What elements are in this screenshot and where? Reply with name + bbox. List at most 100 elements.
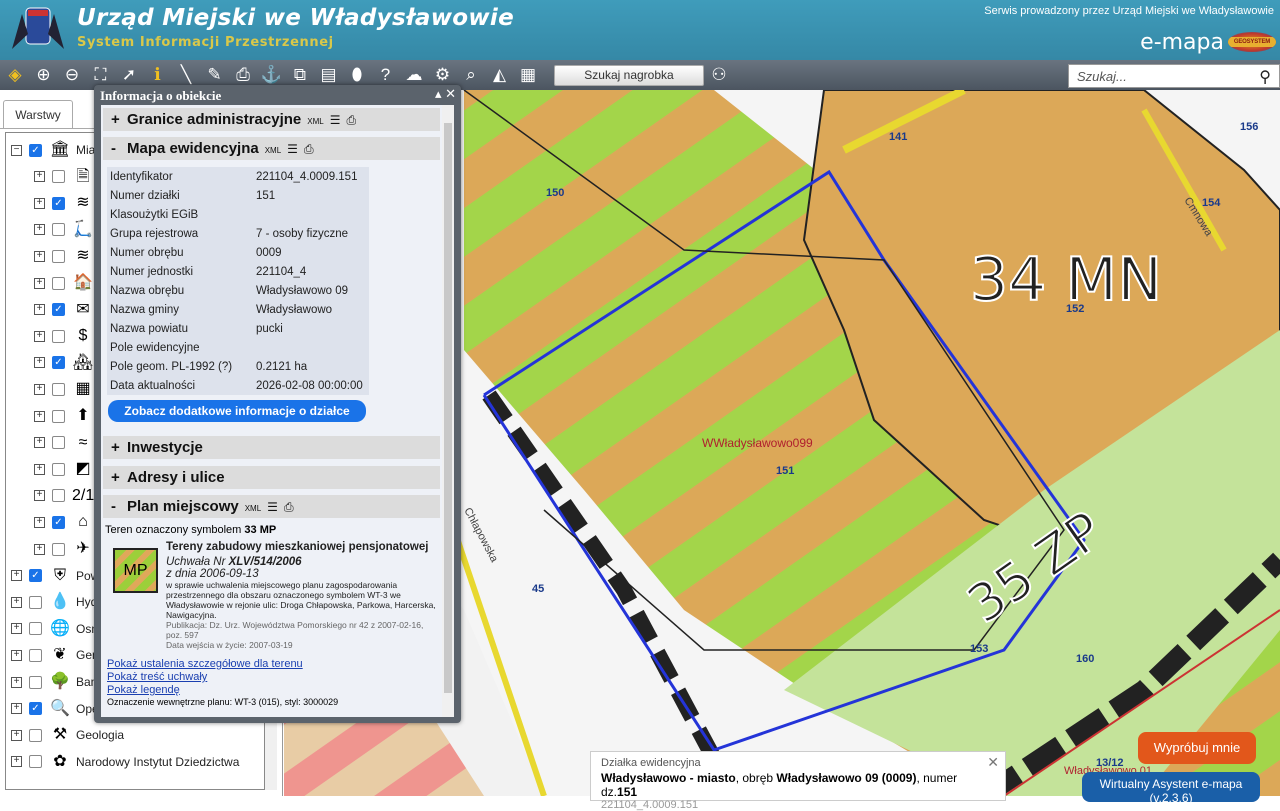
person-search-icon[interactable]: ⚇ bbox=[708, 64, 730, 86]
expand-icon[interactable]: + bbox=[11, 570, 22, 582]
link-resolution-text[interactable]: Pokaż treść uchwały bbox=[107, 671, 207, 683]
print-icon[interactable]: ⎙ bbox=[232, 64, 254, 86]
section-plan[interactable]: - Plan miejscowy XML ☰ ⎙ bbox=[103, 495, 440, 518]
expand-icon[interactable]: + bbox=[11, 703, 22, 715]
settings-icon[interactable]: ⚙ bbox=[432, 64, 454, 86]
layer-checkbox[interactable]: ✓ bbox=[29, 702, 42, 716]
layer-checkbox[interactable] bbox=[52, 276, 65, 290]
triangle-icon[interactable]: ◭ bbox=[489, 64, 511, 86]
collapse-icon[interactable]: − bbox=[11, 144, 22, 156]
layer-checkbox[interactable] bbox=[52, 436, 65, 450]
layer-checkbox[interactable] bbox=[29, 675, 42, 689]
layer-checkbox[interactable] bbox=[52, 382, 65, 396]
expand-icon[interactable]: + bbox=[11, 623, 22, 635]
expand-icon[interactable]: + bbox=[34, 277, 45, 289]
expand-icon[interactable]: + bbox=[34, 171, 45, 183]
layer-checkbox[interactable]: ✓ bbox=[52, 515, 65, 529]
search-map-icon[interactable]: ⌕ bbox=[460, 64, 482, 86]
expand-icon[interactable]: + bbox=[34, 410, 45, 422]
layer-item[interactable]: + ⚒ Geologia bbox=[11, 722, 124, 748]
expand-icon[interactable]: + bbox=[11, 729, 22, 741]
expand-icon[interactable]: + bbox=[34, 437, 45, 449]
layer-item[interactable]: + 🌳 Ban bbox=[11, 669, 97, 695]
select-icon[interactable]: ➚ bbox=[118, 64, 140, 86]
expand-icon[interactable]: + bbox=[34, 197, 45, 209]
list-icon[interactable]: ☰ bbox=[330, 113, 341, 127]
layer-checkbox[interactable]: ✓ bbox=[29, 569, 42, 583]
layer-checkbox[interactable]: ✓ bbox=[29, 143, 42, 157]
close-icon[interactable]: ✕ bbox=[987, 754, 999, 771]
section-ewid[interactable]: - Mapa ewidencyjna XML ☰ ⎙ bbox=[103, 137, 440, 160]
color-grid-icon[interactable]: ▦ bbox=[517, 64, 539, 86]
layer-item[interactable]: + ≋ bbox=[34, 243, 99, 269]
layer-item[interactable]: + ≈ bbox=[34, 430, 99, 456]
layer-item[interactable]: + ▦ bbox=[34, 376, 99, 402]
layer-item[interactable]: − ✓ 🏛 Mias bbox=[11, 137, 101, 163]
layer-item[interactable]: + ✓ 🏘 bbox=[34, 350, 99, 376]
print-icon[interactable]: ⎙ bbox=[346, 113, 356, 127]
search-input[interactable]: Szukaj... ⚲ bbox=[1068, 64, 1280, 88]
locate-icon[interactable]: ⚓ bbox=[261, 64, 283, 86]
xml-icon[interactable]: XML bbox=[265, 146, 281, 155]
virtual-assistant-button[interactable]: Wirtualny Asystent e-mapa (v.2.3.6) bbox=[1082, 772, 1260, 805]
cloud-icon[interactable]: ☁ bbox=[403, 64, 425, 86]
layer-checkbox[interactable] bbox=[29, 728, 42, 742]
layer-checkbox[interactable] bbox=[29, 622, 42, 636]
layer-checkbox[interactable] bbox=[52, 223, 65, 237]
xml-icon[interactable]: XML bbox=[307, 117, 323, 126]
expand-icon[interactable]: + bbox=[11, 596, 22, 608]
layout-icon[interactable]: ▤ bbox=[318, 64, 340, 86]
expand-icon[interactable]: + bbox=[34, 463, 45, 475]
xml-icon[interactable]: XML bbox=[245, 504, 261, 513]
layer-checkbox[interactable]: ✓ bbox=[52, 196, 65, 210]
collapse-icon[interactable]: ▴ bbox=[435, 86, 442, 101]
layer-checkbox[interactable] bbox=[52, 462, 65, 476]
expand-icon[interactable]: + bbox=[34, 357, 45, 369]
layer-item[interactable]: + ✓ ≋ bbox=[34, 190, 99, 216]
layer-item[interactable]: + ✈ bbox=[34, 536, 99, 562]
layer-checkbox[interactable] bbox=[52, 542, 65, 556]
section-admin[interactable]: + Granice administracyjne XML ☰ ⎙ bbox=[103, 108, 440, 131]
layer-checkbox[interactable]: ✓ bbox=[52, 303, 65, 317]
panel-scrollbar[interactable] bbox=[442, 105, 454, 717]
layer-checkbox[interactable] bbox=[52, 409, 65, 423]
list-icon[interactable]: ☰ bbox=[267, 500, 278, 514]
expand-icon[interactable]: + bbox=[34, 383, 45, 395]
link-legend[interactable]: Pokaż legendę bbox=[107, 684, 180, 696]
expand-icon[interactable]: + bbox=[34, 490, 45, 502]
layer-checkbox[interactable] bbox=[52, 170, 65, 184]
full-extent-icon[interactable]: ⛶ bbox=[90, 64, 112, 86]
expand-icon[interactable]: + bbox=[11, 676, 22, 688]
expand-icon[interactable]: + bbox=[34, 330, 45, 342]
tab-layers[interactable]: Warstwy bbox=[3, 100, 73, 129]
zoom-out-icon[interactable]: ⊖ bbox=[61, 64, 83, 86]
expand-icon[interactable]: + bbox=[34, 516, 45, 528]
section-addresses[interactable]: + Adresy i ulice bbox=[103, 466, 440, 489]
search-grave-button[interactable]: Szukaj nagrobka bbox=[554, 65, 704, 86]
expand-icon[interactable]: + bbox=[34, 224, 45, 236]
layer-item[interactable]: + 🛴 bbox=[34, 217, 99, 243]
help-icon[interactable]: ? bbox=[375, 64, 397, 86]
layer-checkbox[interactable] bbox=[52, 329, 65, 343]
layer-checkbox[interactable] bbox=[29, 595, 42, 609]
layer-checkbox[interactable] bbox=[52, 249, 65, 263]
layer-item[interactable]: + 🗎 bbox=[34, 164, 99, 190]
shape-icon[interactable]: ⬮ bbox=[346, 64, 368, 86]
layer-item[interactable]: + $ bbox=[34, 323, 99, 349]
zoom-in-icon[interactable]: ⊕ bbox=[33, 64, 55, 86]
info-icon[interactable]: ℹ bbox=[147, 64, 169, 86]
expand-icon[interactable]: + bbox=[11, 756, 22, 768]
layer-item[interactable]: + 💧 Hyd bbox=[11, 589, 97, 615]
layer-item[interactable]: + 🏠 bbox=[34, 270, 99, 296]
search-icon[interactable]: ⚲ bbox=[1259, 67, 1271, 87]
list-icon[interactable]: ☰ bbox=[287, 142, 298, 156]
layer-item[interactable]: + ◩ bbox=[34, 456, 99, 482]
expand-icon[interactable]: + bbox=[34, 250, 45, 262]
measure-distance-icon[interactable]: ╲ bbox=[175, 64, 197, 86]
layer-checkbox[interactable] bbox=[29, 755, 42, 769]
expand-icon[interactable]: + bbox=[11, 649, 22, 661]
layers-icon[interactable]: ◈ bbox=[4, 64, 26, 86]
more-parcel-info-button[interactable]: Zobacz dodatkowe informacje o działce bbox=[108, 400, 366, 422]
section-investments[interactable]: + Inwestycje bbox=[103, 436, 440, 459]
layer-checkbox[interactable]: ✓ bbox=[52, 356, 65, 370]
